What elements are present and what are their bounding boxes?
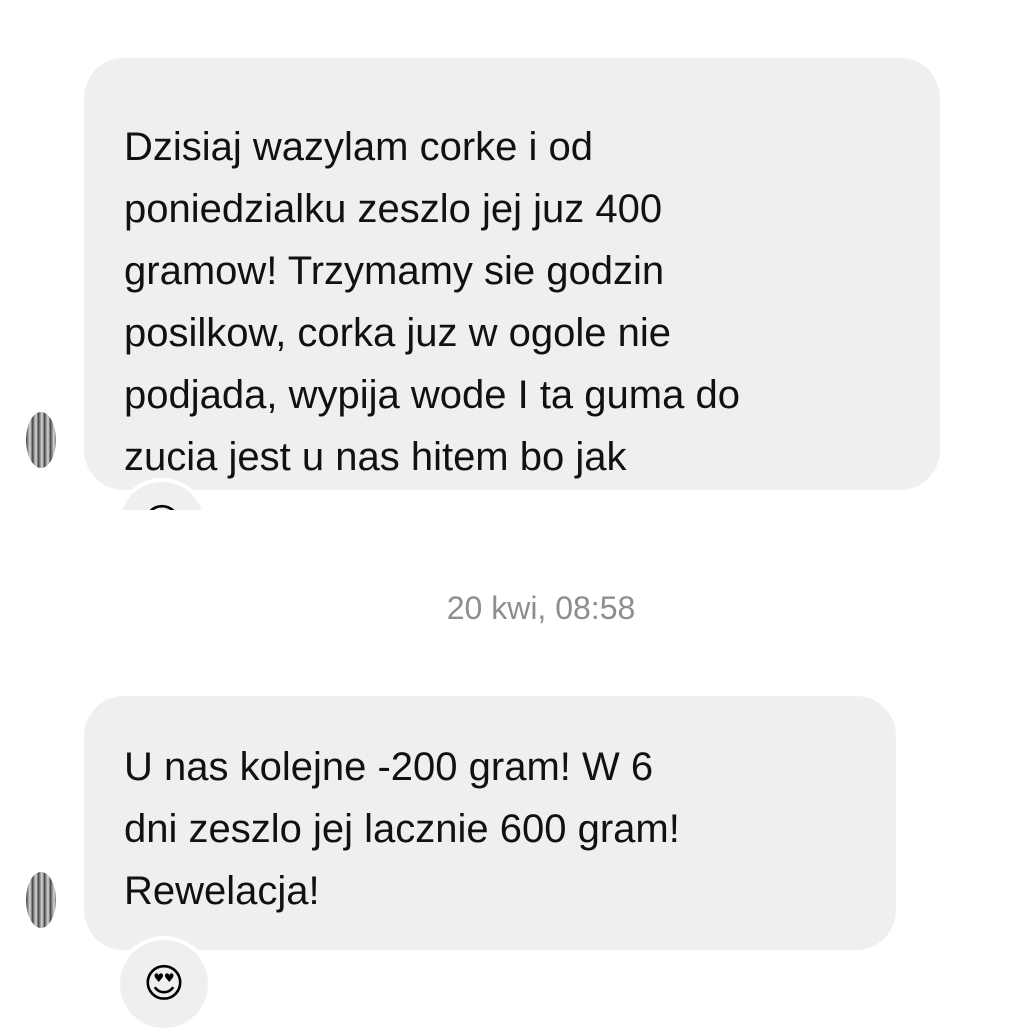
- timestamp-divider: 20 kwi, 08:58: [446, 590, 636, 626]
- message-bubble[interactable]: Dzisiaj wazylam corke i od poniedzialku …: [84, 58, 940, 490]
- heart-eyes-emoji-icon: 😍: [141, 504, 183, 510]
- message-text-line: Dzisiaj wazylam corke i od: [124, 125, 594, 169]
- heart-eyes-emoji-icon: 😍: [143, 962, 185, 1006]
- reaction-clip: 😍: [108, 478, 218, 510]
- message-text-line: gramow! Trzymamy sie godzin: [124, 249, 665, 293]
- sender-avatar[interactable]: [26, 872, 56, 928]
- message-text-line: dni zeszlo jej lacznie 600 gram!: [124, 807, 680, 851]
- message-text-line: posilkow, corka juz w ogole nie: [124, 311, 671, 355]
- message-text-line: poniedzialku zeszlo jej juz 400: [124, 187, 663, 231]
- message-text-line: U nas kolejne -200 gram! W 6: [124, 745, 654, 789]
- sender-avatar[interactable]: [26, 412, 56, 468]
- reaction-badge[interactable]: 😍: [116, 936, 212, 1032]
- reaction-badge[interactable]: 😍: [116, 478, 208, 510]
- message-text-line: zucia jest u nas hitem bo jak: [124, 435, 627, 479]
- message-text-line: podjada, wypija wode I ta guma do: [124, 373, 740, 417]
- message-bubble[interactable]: U nas kolejne -200 gram! W 6 dni zeszlo …: [84, 696, 896, 950]
- message-text-line: Rewelacja!: [124, 869, 320, 913]
